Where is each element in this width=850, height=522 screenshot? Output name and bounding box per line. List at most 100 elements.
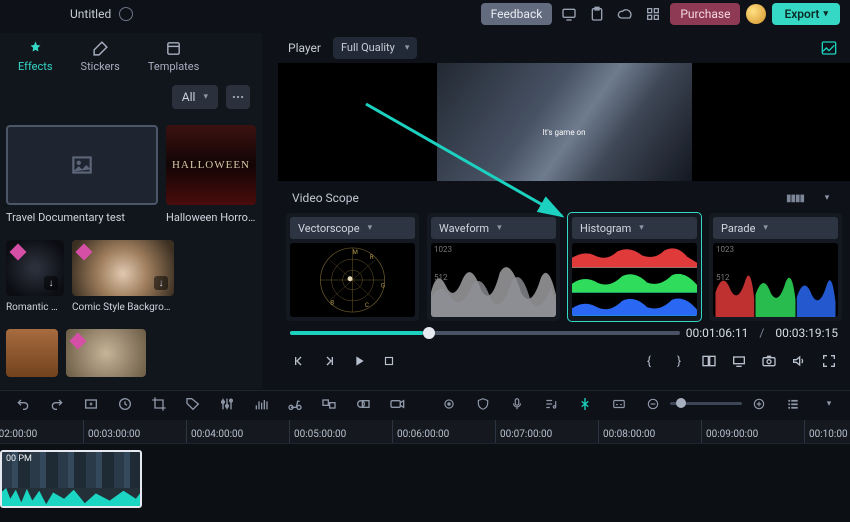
card-halloween-horrors[interactable]: HALLOWEEN Halloween Horrors — [166, 125, 256, 224]
display-icon[interactable] — [558, 3, 580, 25]
cloud-icon[interactable] — [614, 3, 636, 25]
card-travel-documentary[interactable]: Travel Documentary test — [6, 125, 158, 224]
zoom-slider[interactable] — [670, 402, 742, 405]
undo-icon[interactable] — [14, 395, 32, 413]
tab-stickers[interactable]: Stickers — [81, 40, 120, 73]
equalizer-icon[interactable] — [252, 395, 270, 413]
music-list-icon[interactable] — [542, 395, 560, 413]
export-button[interactable]: Export▾ — [772, 3, 840, 25]
svg-text:B: B — [330, 299, 334, 307]
video-clip[interactable]: 00 PM — [0, 450, 142, 508]
time-total: 00:03:19:15 — [775, 326, 838, 340]
download-icon[interactable]: ↓ — [44, 276, 58, 290]
camera-tool-icon[interactable] — [388, 395, 406, 413]
snapshot-icon[interactable] — [760, 352, 778, 370]
user-avatar[interactable] — [746, 4, 766, 24]
thumb-comic: ↓ — [72, 240, 174, 296]
quality-dropdown[interactable]: Full Quality — [333, 37, 417, 59]
detach-icon[interactable] — [730, 352, 748, 370]
scope-panel-title: Video Scope — [292, 191, 359, 205]
video-preview[interactable]: It's game on — [278, 63, 850, 181]
thumb-halloween: HALLOWEEN — [166, 125, 256, 205]
bracket-in-icon[interactable]: { — [640, 352, 658, 370]
halloween-text: HALLOWEEN — [172, 159, 250, 171]
stop-icon[interactable] — [380, 352, 398, 370]
fullscreen-icon[interactable] — [820, 352, 838, 370]
scope-mode-dropdown[interactable]: Waveform — [431, 217, 556, 239]
scope-vectorscope: Vectorscope R M G C B — [286, 213, 419, 321]
titlebar: Untitled Feedback Purchase Export▾ — [0, 0, 850, 28]
svg-text:R: R — [370, 253, 374, 261]
scope-mode-dropdown[interactable]: Histogram — [572, 217, 697, 239]
card-comic-style[interactable]: ↓ Comic Style Backgro… — [72, 240, 174, 313]
feedback-button[interactable]: Feedback — [481, 3, 553, 25]
thumb-extra — [66, 329, 146, 377]
zoom-out-icon[interactable] — [644, 395, 662, 413]
card-extra-1[interactable] — [6, 329, 58, 377]
compare-icon[interactable] — [700, 352, 718, 370]
mic-icon[interactable] — [508, 395, 526, 413]
razor-icon[interactable] — [576, 395, 594, 413]
card-extra-2[interactable] — [66, 329, 146, 377]
tag-icon[interactable] — [184, 395, 202, 413]
timeline-tracks[interactable]: 00 PM — [0, 444, 850, 522]
project-title: Untitled — [70, 7, 111, 21]
tab-effects[interactable]: Effects — [18, 40, 53, 73]
tab-templates-label: Templates — [148, 60, 199, 73]
mask-icon[interactable] — [354, 395, 372, 413]
scrub-slider[interactable] — [290, 331, 680, 335]
grid-icon[interactable] — [642, 3, 664, 25]
redo-icon[interactable] — [48, 395, 66, 413]
card-label: Halloween Horrors — [166, 211, 256, 224]
clip-label: 00 PM — [6, 454, 32, 464]
filter-all-dropdown[interactable]: All — [172, 85, 218, 109]
crop-icon[interactable] — [150, 395, 168, 413]
time-sep: / — [759, 326, 764, 340]
premium-icon — [76, 244, 93, 261]
scope-mode-dropdown[interactable]: Parade — [713, 217, 838, 239]
svg-text:G: G — [381, 281, 385, 289]
bracket-out-icon[interactable]: } — [670, 352, 688, 370]
card-label: Romantic We… — [6, 302, 64, 313]
scope-parade: Parade 1023 512 — [709, 213, 842, 321]
zoom-in-icon[interactable] — [750, 395, 768, 413]
prev-frame-icon[interactable] — [290, 352, 308, 370]
tab-stickers-label: Stickers — [81, 60, 120, 73]
tab-templates[interactable]: Templates — [148, 40, 199, 73]
saved-indicator-icon — [119, 7, 133, 21]
stats-icon[interactable] — [818, 37, 840, 59]
screenshot-tool-icon[interactable] — [82, 395, 100, 413]
sliders-icon[interactable] — [218, 395, 236, 413]
thumb-romantic: ↓ — [6, 240, 64, 296]
purchase-button[interactable]: Purchase — [670, 3, 740, 25]
record-icon[interactable] — [440, 395, 458, 413]
volume-icon[interactable] — [790, 352, 808, 370]
clock-icon[interactable] — [116, 395, 134, 413]
card-romantic[interactable]: ↓ Romantic We… — [6, 240, 64, 313]
clipboard-icon[interactable] — [586, 3, 608, 25]
shield-icon[interactable] — [474, 395, 492, 413]
track-options-icon[interactable] — [818, 395, 836, 413]
timeline-ruler[interactable]: 00:02:00:00 00:03:00:00 00:04:00:00 00:0… — [0, 420, 850, 444]
download-icon[interactable]: ↓ — [154, 276, 168, 290]
next-frame-icon[interactable] — [320, 352, 338, 370]
card-label: Comic Style Backgro… — [72, 302, 174, 313]
axis-high: 1023 — [716, 245, 734, 254]
scope-bars-icon[interactable]: ▮▮▮▮ — [786, 187, 804, 209]
scope-mode-dropdown[interactable]: Vectorscope — [290, 217, 415, 239]
thumb-extra — [6, 329, 58, 377]
list-view-icon[interactable] — [784, 395, 802, 413]
group-icon[interactable] — [320, 395, 338, 413]
play-icon[interactable] — [350, 352, 368, 370]
axis-mid: 512 — [434, 273, 448, 282]
card-label: Travel Documentary test — [6, 211, 158, 224]
svg-text:M: M — [353, 248, 358, 256]
library-more-icon[interactable] — [226, 85, 250, 109]
scope-waveform: Waveform 1023 512 — [427, 213, 560, 321]
axis-mid: 512 — [716, 273, 730, 282]
preview-caption: It's game on — [542, 128, 585, 137]
timeline-toolbar — [0, 390, 850, 416]
scope-menu-icon[interactable] — [814, 187, 836, 209]
scooter-icon[interactable] — [286, 395, 304, 413]
caption-icon[interactable] — [610, 395, 628, 413]
